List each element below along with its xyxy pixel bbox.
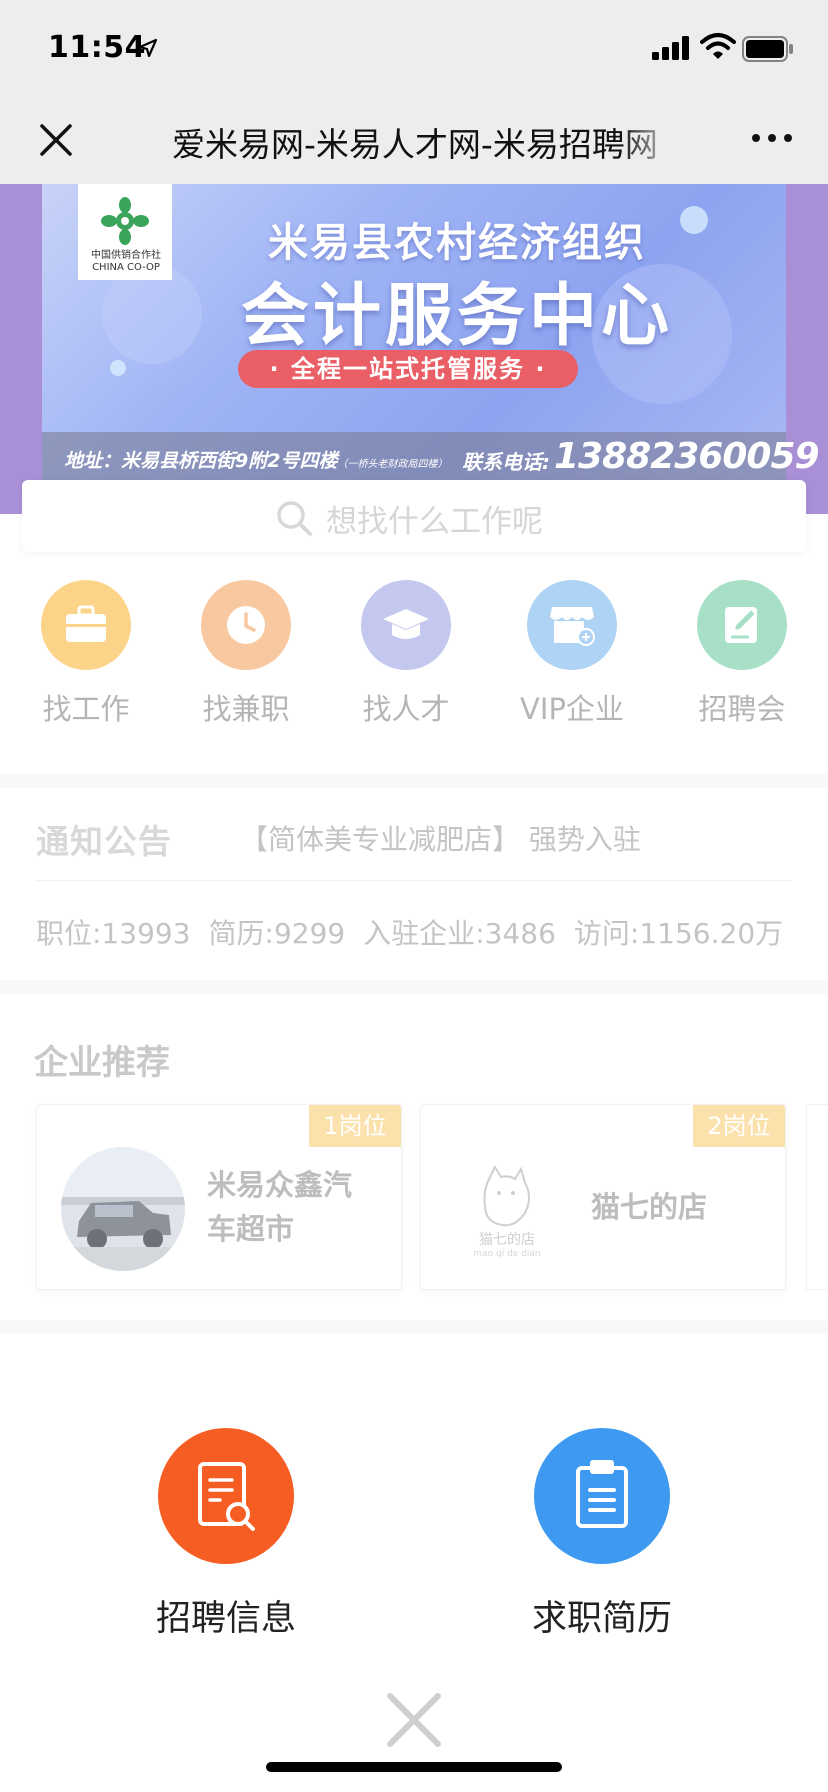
company-card-peek[interactable] xyxy=(806,1104,828,1290)
category-circle xyxy=(361,580,451,670)
section-divider xyxy=(0,774,828,788)
note-edit-icon xyxy=(725,607,758,643)
category-find-job[interactable]: 找工作 xyxy=(16,580,156,728)
banner-contact-strip: 地址：米易县桥西街9附2号四楼（一桥头老财政局四楼） 联系电话: 1388236… xyxy=(42,432,820,484)
section-divider xyxy=(0,980,828,994)
company-name: 米易众鑫汽车超市 xyxy=(207,1168,353,1246)
search-icon xyxy=(277,501,312,536)
status-time: 11:54 xyxy=(48,30,146,65)
coop-logo-label: 中国供销合作社 CHINA CO-OP xyxy=(91,250,161,273)
clipboard-icon xyxy=(576,1460,628,1528)
job-count-badge: 1岗位 xyxy=(309,1105,401,1147)
phone-number: 13882360059 xyxy=(554,436,820,477)
location-arrow-icon xyxy=(138,38,158,58)
phone-label: 联系电话: xyxy=(462,450,550,474)
category-find-talent[interactable]: 找人才 xyxy=(336,580,476,728)
notice-text[interactable]: 【简体美专业减肥店】 强势入驻 xyxy=(240,818,641,858)
coop-emblem-icon xyxy=(101,197,149,245)
company-card[interactable]: 2岗位 猫七的店 mao qi de dian 猫七的店 xyxy=(420,1104,786,1290)
stat-resumes: 简历:9299 xyxy=(208,917,346,950)
category-vip-company[interactable]: VIP企业 xyxy=(502,580,642,728)
document-search-icon xyxy=(198,1462,255,1531)
section-divider xyxy=(0,1320,828,1334)
action-label: 招聘信息 xyxy=(155,1599,296,1639)
stat-companies: 入驻企业:3486 xyxy=(363,917,556,950)
category-circle xyxy=(41,580,131,670)
company-avatar xyxy=(61,1147,185,1271)
category-circle xyxy=(527,580,617,670)
sheet-close-icon[interactable] xyxy=(384,1690,444,1750)
cat-logo-pinyin: mao qi de dian xyxy=(473,1249,541,1259)
nav-bar: 爱米易网-米易人才网-米易招聘网 xyxy=(0,96,828,184)
title-fade xyxy=(620,106,680,166)
action-circle xyxy=(158,1428,294,1564)
job-count-badge: 2岗位 xyxy=(693,1105,785,1147)
banner-slogan: · 全程一站式托管服务 · xyxy=(238,350,578,388)
search-bar[interactable]: 想找什么工作呢 xyxy=(22,480,806,552)
status-bar: 11:54 xyxy=(0,0,828,96)
company-name: 猫七的店 xyxy=(591,1190,708,1224)
category-part-time[interactable]: 找兼职 xyxy=(176,580,316,728)
job-resume-button[interactable]: 求职简历 xyxy=(502,1428,702,1641)
shop-icon xyxy=(550,607,595,646)
more-icon[interactable] xyxy=(748,126,796,150)
category-label: VIP企业 xyxy=(520,692,624,726)
coop-logo: 中国供销合作社 CHINA CO-OP xyxy=(78,184,172,280)
category-label: 找人才 xyxy=(362,692,450,726)
category-job-fair[interactable]: 招聘会 xyxy=(672,580,812,728)
wifi-icon xyxy=(700,33,736,59)
category-label: 招聘会 xyxy=(698,692,786,726)
home-indicator[interactable] xyxy=(266,1762,562,1772)
page-title: 爱米易网-米易人才网-米易招聘网 xyxy=(172,125,658,164)
category-circle xyxy=(697,580,787,670)
banner-address: 地址：米易县桥西街9附2号四楼（一桥头老财政局四楼） xyxy=(64,446,447,473)
banner-ad[interactable]: 中国供销合作社 CHINA CO-OP 米易县农村经济组织 会计服务中心 · 全… xyxy=(42,184,820,484)
address-note: （一桥头老财政局四楼） xyxy=(337,459,448,470)
stat-jobs: 职位:13993 xyxy=(36,917,191,950)
action-label: 求职简历 xyxy=(531,1599,672,1639)
company-card[interactable]: 1岗位 米易众鑫汽车超市 xyxy=(36,1104,402,1290)
recruit-info-button[interactable]: 招聘信息 xyxy=(126,1428,326,1641)
cellular-signal-icon xyxy=(652,36,689,60)
briefcase-icon xyxy=(66,605,106,642)
cat-logo-text: 猫七的店 xyxy=(479,1232,535,1248)
battery-icon xyxy=(742,36,793,62)
graduation-cap-icon xyxy=(383,609,429,639)
stat-visits: 访问:1156.20万 xyxy=(573,917,784,950)
category-label: 找兼职 xyxy=(202,692,290,726)
address-text: 地址：米易县桥西街9附2号四楼 xyxy=(64,450,338,472)
company-avatar: 猫七的店 mao qi de dian xyxy=(445,1147,569,1271)
category-circle xyxy=(201,580,291,670)
category-label: 找工作 xyxy=(42,692,130,726)
clock-icon xyxy=(227,606,265,644)
search-placeholder: 想找什么工作呢 xyxy=(326,504,543,540)
action-circle xyxy=(534,1428,670,1564)
banner-title: 会计服务中心 xyxy=(240,277,673,356)
site-stats: 职位:13993 简历:9299 入驻企业:3486 访问:1156.20万 xyxy=(36,912,801,952)
notice-divider xyxy=(36,880,792,881)
section-title-recommend: 企业推荐 xyxy=(34,1043,170,1083)
notice-logo: 通知公告 xyxy=(36,822,172,861)
close-icon[interactable] xyxy=(38,122,74,158)
banner-carousel[interactable]: 中国供销合作社 CHINA CO-OP 米易县农村经济组织 会计服务中心 · 全… xyxy=(0,184,828,514)
truck-photo xyxy=(61,1147,185,1271)
